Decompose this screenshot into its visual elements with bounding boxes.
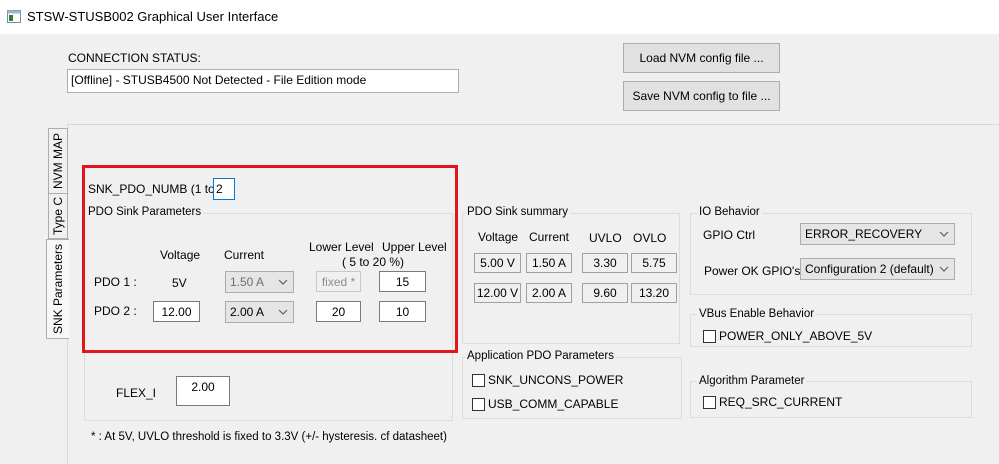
checkbox-icon (472, 373, 485, 387)
gpio-ctrl-select[interactable]: ERROR_RECOVERY (800, 223, 955, 245)
tab-nvm-map-label: NVM MAP (51, 132, 65, 190)
application-pdo-parameters-title: Application PDO Parameters (465, 350, 617, 362)
tab-snk-parameters[interactable]: SNK Parameters (46, 239, 69, 339)
app-window-icon (7, 10, 21, 23)
gpio-ctrl-value: ERROR_RECOVERY (805, 227, 923, 241)
summary-row1-current: 1.50 A (526, 253, 572, 273)
tab-nvm-map[interactable]: NVM MAP (48, 128, 68, 194)
tab-snk-parameters-label: SNK Parameters (51, 243, 65, 335)
checkbox-icon (703, 395, 716, 409)
flex-i-label: FLEX_I (116, 386, 157, 400)
req-src-current-checkbox[interactable]: REQ_SRC_CURRENT (703, 395, 842, 409)
usb-comm-capable-label: USB_COMM_CAPABLE (488, 397, 619, 411)
tab-type-c-label: Type C (51, 196, 65, 236)
power-ok-gpio-label: Power OK GPIO's (704, 264, 801, 278)
usb-comm-capable-checkbox[interactable]: USB_COMM_CAPABLE (472, 397, 618, 411)
power-only-above-5v-checkbox[interactable]: POWER_ONLY_ABOVE_5V (703, 329, 872, 343)
summary-row1-ovlo: 5.75 (631, 253, 677, 273)
power-ok-gpio-value: Configuration 2 (default) (805, 262, 934, 276)
flex-i-input[interactable]: 2.00 (176, 376, 230, 406)
io-behavior-title: IO Behavior (697, 206, 762, 218)
summary-header-ovlo: OVLO (633, 231, 667, 245)
summary-row2-ovlo: 13.20 (631, 283, 677, 303)
req-src-current-label: REQ_SRC_CURRENT (719, 395, 843, 409)
summary-row1-voltage: 5.00 V (474, 253, 521, 273)
vbus-enable-behavior-title: VBus Enable Behavior (697, 308, 817, 320)
footnote: * : At 5V, UVLO threshold is fixed to 3.… (91, 431, 447, 443)
checkbox-icon (472, 397, 485, 411)
gpio-ctrl-label: GPIO Ctrl (703, 228, 756, 242)
pdo-sink-summary-title: PDO Sink summary (465, 206, 570, 218)
summary-header-current: Current (529, 230, 570, 244)
connection-status-label: CONNECTION STATUS: (68, 51, 201, 65)
summary-row2-uvlo: 9.60 (582, 283, 628, 303)
snk-uncons-power-checkbox[interactable]: SNK_UNCONS_POWER (472, 373, 623, 387)
highlight-frame (82, 165, 458, 353)
title-bar: STSW-STUSB002 Graphical User Interface (0, 0, 999, 34)
summary-header-uvlo: UVLO (589, 231, 622, 245)
save-nvm-config-button[interactable]: Save NVM config to file ... (623, 81, 780, 111)
chevron-down-icon (939, 266, 949, 272)
power-only-above-5v-label: POWER_ONLY_ABOVE_5V (719, 329, 873, 343)
algorithm-parameter-title: Algorithm Parameter (697, 375, 807, 387)
window-title: STSW-STUSB002 Graphical User Interface (27, 9, 279, 24)
snk-uncons-power-label: SNK_UNCONS_POWER (488, 373, 624, 387)
connection-status-field: [Offline] - STUSB4500 Not Detected - Fil… (67, 69, 459, 93)
chevron-down-icon (939, 231, 949, 237)
power-ok-gpio-select[interactable]: Configuration 2 (default) (800, 258, 955, 280)
summary-row2-current: 2.00 A (526, 283, 572, 303)
tab-type-c[interactable]: Type C (48, 193, 68, 239)
summary-row1-uvlo: 3.30 (582, 253, 628, 273)
checkbox-icon (703, 329, 716, 343)
summary-row2-voltage: 12.00 V (474, 283, 521, 303)
summary-header-voltage: Voltage (478, 230, 519, 244)
load-nvm-config-button[interactable]: Load NVM config file ... (623, 43, 780, 73)
